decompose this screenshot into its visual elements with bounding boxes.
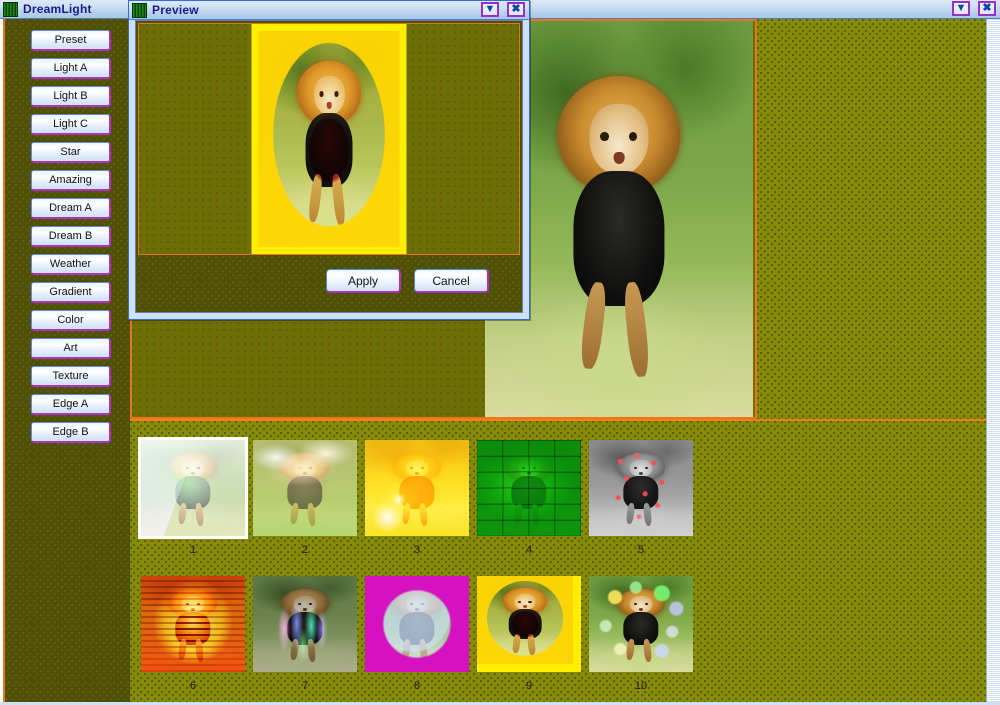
thumbnail-item-2[interactable]: 2 [250,437,360,556]
tool-button-light-a[interactable]: Light A [31,58,111,79]
thumbnail-image-7[interactable] [250,573,360,675]
tool-button-light-c[interactable]: Light C [31,114,111,135]
cancel-button[interactable]: Cancel [414,269,489,293]
app-camo-icon [3,1,18,17]
thumbnail-item-6[interactable]: 6 [138,573,248,692]
tool-button-dream-a[interactable]: Dream A [31,198,111,219]
thumbnail-strip: 1 2 3 4 5 6 7 8 9 10 [130,419,986,703]
tool-button-edge-b[interactable]: Edge B [31,422,111,443]
preview-dialog-controls: ▼ ✖ [481,2,525,17]
thumbnail-image-6[interactable] [138,573,248,675]
close-button[interactable]: ✖ [507,2,525,17]
application-window: DreamLight ▼ ✖ Preset Light A Light B Li… [0,0,1000,705]
thumbnail-label-5: 5 [637,544,645,556]
thumbnail-item-9[interactable]: 9 [474,573,584,692]
thumbnail-item-4[interactable]: 4 [474,437,584,556]
collapse-button[interactable]: ▼ [481,2,499,17]
thumbnail-image-5[interactable] [586,437,696,539]
thumbnail-label-7: 7 [301,680,309,692]
vertical-scrollbar[interactable] [986,19,1000,705]
thumbnail-item-8[interactable]: 8 [362,573,472,692]
thumbnail-image-4[interactable] [474,437,584,539]
thumbnail-item-7[interactable]: 7 [250,573,360,692]
thumbnail-image-3[interactable] [362,437,472,539]
thumbnail-item-10[interactable]: 10 [586,573,696,692]
tool-button-light-b[interactable]: Light B [31,86,111,107]
preview-dialog-title: Preview [152,3,199,17]
thumbnail-item-1[interactable]: 1 [138,437,248,556]
tool-button-preset[interactable]: Preset [31,30,111,51]
tool-button-gradient[interactable]: Gradient [31,282,111,303]
preview-dialog-image-area [138,23,520,255]
tool-button-dream-b[interactable]: Dream B [31,226,111,247]
tool-button-art[interactable]: Art [31,338,111,359]
close-button[interactable]: ✖ [978,1,996,16]
thumbnail-label-6: 6 [189,680,197,692]
tool-button-texture[interactable]: Texture [31,366,111,387]
tool-button-color[interactable]: Color [31,310,111,331]
preview-dialog-artwork [251,24,407,254]
preview-dialog-footer: Apply Cancel [138,256,520,310]
thumbnail-label-10: 10 [634,680,648,692]
thumbnail-image-8[interactable] [362,573,472,675]
collapse-button[interactable]: ▼ [952,1,970,16]
preview-right-filler [757,19,986,419]
thumbnail-label-2: 2 [301,544,309,556]
preview-dialog-titlebar[interactable]: Preview ▼ ✖ [129,1,529,20]
apply-button[interactable]: Apply [326,269,401,293]
thumbnail-label-9: 9 [525,680,533,692]
thumbnail-label-3: 3 [413,544,421,556]
tool-button-star[interactable]: Star [31,142,111,163]
thumbnail-image-10[interactable] [586,573,696,675]
tool-button-edge-a[interactable]: Edge A [31,394,111,415]
preview-dialog-body: Apply Cancel [135,20,523,313]
thumbnail-label-4: 4 [525,544,533,556]
tool-button-amazing[interactable]: Amazing [31,170,111,191]
main-window-title: DreamLight [23,2,92,16]
preview-dialog[interactable]: Preview ▼ ✖ Apply Cancel [128,0,530,320]
thumbnail-image-9[interactable] [474,573,584,675]
thumbnail-image-2[interactable] [250,437,360,539]
thumbnail-item-5[interactable]: 5 [586,437,696,556]
tool-button-weather[interactable]: Weather [31,254,111,275]
thumbnail-label-1: 1 [189,544,197,556]
thumbnail-image-1[interactable] [138,437,248,539]
thumbnail-label-8: 8 [413,680,421,692]
app-camo-icon [132,2,147,18]
tool-panel: Preset Light A Light B Light C Star Amaz… [3,19,132,703]
main-window-controls: ▼ ✖ [952,1,996,16]
thumbnail-item-3[interactable]: 3 [362,437,472,556]
